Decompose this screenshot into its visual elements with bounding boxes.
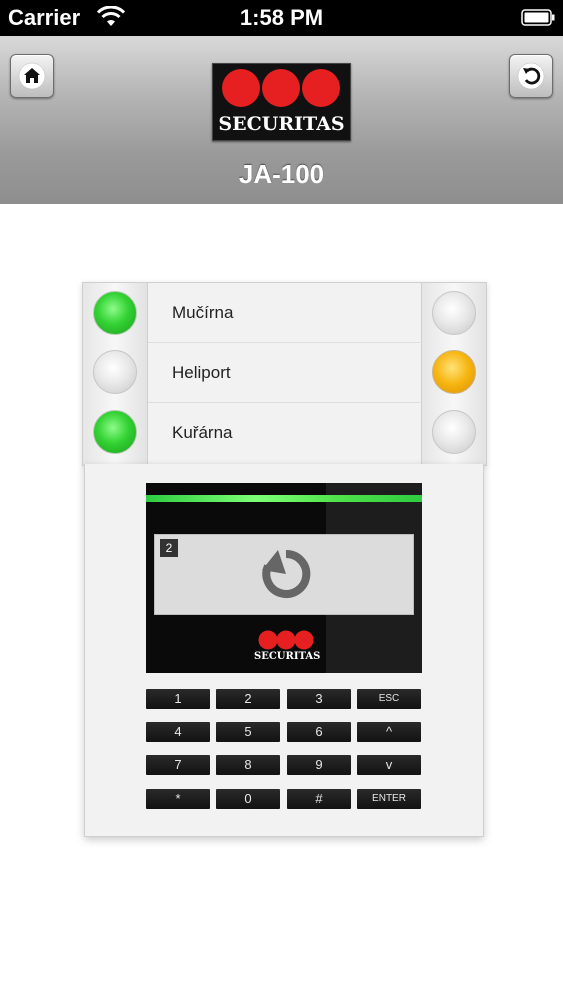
display-logo-dots (258, 630, 314, 650)
zone-label: Kuřárna (172, 423, 233, 442)
zone-row: Kuřárna (148, 403, 420, 462)
logo-dots (222, 69, 340, 107)
key-4[interactable]: 4 (146, 722, 210, 742)
zone-row: Mučírna (148, 283, 420, 343)
key-9[interactable]: 9 (287, 755, 351, 775)
zone-1-left-led[interactable] (93, 291, 137, 335)
page-title: JA-100 (238, 159, 325, 189)
display-logo-text: SECURITAS (254, 651, 321, 662)
key-esc[interactable]: ESC (357, 689, 421, 709)
lcd-section-number: 2 (160, 539, 178, 557)
keypad-display: 2 SECURITAS (146, 483, 422, 673)
key-7[interactable]: 7 (146, 755, 210, 775)
zone-2-right-led[interactable] (432, 350, 476, 394)
battery-icon (521, 9, 555, 26)
zone-panel: Mučírna Heliport Kuřárna (82, 282, 487, 466)
lcd-panel: 2 (154, 534, 414, 615)
keypad-body: 2 SECURITAS 1 2 3 ESC 4 5 6 ^ 7 8 9 v * (84, 464, 484, 837)
display-status-bar (146, 495, 422, 502)
display-logo: SECURITAS (254, 630, 321, 666)
key-enter[interactable]: ENTER (357, 789, 421, 809)
key-8[interactable]: 8 (216, 755, 280, 775)
key-5[interactable]: 5 (216, 722, 280, 742)
zone-row: Heliport (148, 343, 420, 403)
zone-label: Heliport (172, 363, 231, 382)
logo-text: SECURITAS (218, 113, 345, 135)
home-icon (18, 62, 46, 90)
key-2[interactable]: 2 (216, 689, 280, 709)
key-down[interactable]: v (357, 755, 421, 775)
navigation-header: SECURITAS JA-100 (0, 36, 563, 204)
zone-3-right-led[interactable] (432, 410, 476, 454)
busy-progress-icon (262, 549, 311, 598)
key-hash[interactable]: # (287, 789, 351, 809)
home-button[interactable] (10, 54, 54, 98)
zone-1-right-led[interactable] (432, 291, 476, 335)
right-led-column (421, 283, 486, 465)
key-1[interactable]: 1 (146, 689, 210, 709)
zone-3-left-led[interactable] (93, 410, 137, 454)
key-star[interactable]: * (146, 789, 210, 809)
key-6[interactable]: 6 (287, 722, 351, 742)
key-up[interactable]: ^ (357, 722, 421, 742)
back-button[interactable] (509, 54, 553, 98)
status-bar: Carrier 1:58 PM (0, 0, 563, 36)
securitas-logo: SECURITAS (212, 63, 351, 141)
key-0[interactable]: 0 (216, 789, 280, 809)
left-led-column (83, 283, 148, 465)
undo-icon (517, 62, 545, 90)
clock: 1:58 PM (239, 5, 324, 30)
zone-label: Mučírna (172, 303, 234, 322)
key-3[interactable]: 3 (287, 689, 351, 709)
zone-2-left-led[interactable] (93, 350, 137, 394)
